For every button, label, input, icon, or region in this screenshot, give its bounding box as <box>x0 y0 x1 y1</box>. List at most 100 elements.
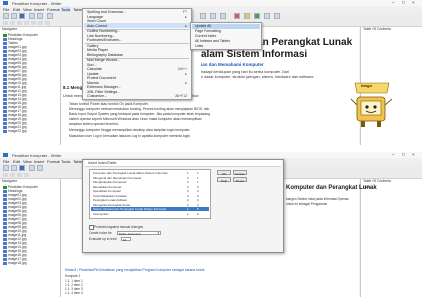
save-icon[interactable] <box>19 165 25 171</box>
image-icon <box>3 78 7 81</box>
preview-icon[interactable] <box>37 13 43 19</box>
create-index-select[interactable]: Entire document ▾ <box>117 230 161 236</box>
cancel-button[interactable]: Cancel <box>233 170 247 176</box>
new-icon[interactable] <box>3 13 9 19</box>
size-select[interactable] <box>17 21 22 25</box>
table-row[interactable]: Mematikan Komputer 2 2 <box>91 185 209 189</box>
minimize-button[interactable]: – <box>392 0 395 5</box>
new-icon[interactable] <box>3 165 9 171</box>
table-row[interactable]: Perangkat Lunak Aplikasi 2 3 <box>91 198 209 202</box>
submenu-item-links[interactable]: Links <box>195 44 203 48</box>
entry-page: 1 <box>197 171 199 175</box>
image-icon <box>3 74 7 77</box>
chart-icon[interactable] <box>220 13 226 19</box>
style-select[interactable] <box>3 173 8 177</box>
open-icon[interactable] <box>11 13 17 19</box>
spellcheck-icon[interactable] <box>47 13 53 19</box>
bold-icon[interactable] <box>24 21 29 25</box>
tools-menu-dropdown: Spelling and Grammar... F7 Language ▸ Wo… <box>82 8 192 100</box>
entries-list[interactable]: Komputer dan Perangkat Lunak dalam Siste… <box>89 169 211 219</box>
table-row[interactable]: Mengelola Perangkat Keras 2 4 <box>91 203 209 207</box>
close-button[interactable]: × <box>412 0 415 5</box>
table-row[interactable]: Cara Melakukan Instalasi 2 3 <box>91 194 209 198</box>
submenu-item-page-formatting[interactable]: Page Formatting <box>195 29 221 33</box>
menu-item-language[interactable]: Language <box>87 15 103 19</box>
save-icon[interactable] <box>19 13 25 19</box>
submenu-item-all-indexes[interactable]: All Indexes and Tables <box>195 39 230 43</box>
zoom-icon[interactable] <box>264 13 270 19</box>
menu-item-bibliography[interactable]: Bibliography Database <box>87 53 123 57</box>
menu-item-protect[interactable]: Protect Document <box>87 76 116 80</box>
help-button[interactable]: Help <box>217 177 231 183</box>
nav-item[interactable]: image22.jpg <box>8 129 26 133</box>
footer-text: Kelas 8 / PerakitanPerCekolahan yang men… <box>65 268 205 272</box>
italic-icon[interactable] <box>31 21 36 25</box>
image-icon <box>3 206 7 209</box>
evaluate-level-stepper[interactable]: 10 <box>121 236 131 242</box>
image-icon <box>3 250 7 253</box>
underline-icon[interactable] <box>38 21 43 25</box>
table-icon[interactable] <box>200 13 206 19</box>
menu-item-calculate[interactable]: Calculate <box>87 67 102 71</box>
help-icon[interactable] <box>274 13 280 19</box>
menu-item-spelling[interactable]: Spelling and Grammar... <box>87 10 126 14</box>
menu-item-gallery[interactable]: Gallery <box>87 44 98 48</box>
submenu-item-current-index[interactable]: Current Index <box>195 34 216 38</box>
navigator-icon[interactable] <box>244 13 250 19</box>
bullet-item: Tekan tombol Power atau tombol On pada K… <box>69 102 149 106</box>
print-icon[interactable] <box>29 165 35 171</box>
size-select[interactable] <box>17 173 22 177</box>
image-icon <box>3 86 7 89</box>
entry-page: 2 <box>197 189 199 193</box>
table-row[interactable]: Menghidupkan Komputer 2 1 <box>91 180 209 184</box>
right-note: untuk ini sebagai Pengaturan <box>286 202 328 206</box>
table-row[interactable]: Spesifikasi Komputer 2 2 <box>91 189 209 193</box>
entry-page: 1 <box>197 180 199 184</box>
right-note: bangun Sistem lokal pada Informasi Opera… <box>286 197 349 201</box>
menu-item-autocorrect[interactable]: Auto Correct <box>87 24 107 28</box>
bullet-item: sistem operasi seperti Microsoft Windows… <box>69 117 202 121</box>
menu-item-footnotes[interactable]: Footnotes/Endnotes... <box>87 38 122 42</box>
reset-label: Reset <box>236 178 244 183</box>
menu-item-customize[interactable]: Customize... <box>87 94 107 98</box>
menu-item-xml-filter[interactable]: XML Filter Settings... <box>87 90 120 94</box>
image-icon[interactable] <box>210 13 216 19</box>
preview-icon[interactable] <box>37 165 43 171</box>
entry-level: 1 <box>187 207 189 211</box>
entry-page: 1 <box>197 175 199 180</box>
submenu-item-update-all[interactable]: Update All <box>195 24 211 28</box>
minimize-button[interactable]: – <box>392 152 395 157</box>
bold-icon[interactable] <box>24 173 29 177</box>
open-icon[interactable] <box>11 165 17 171</box>
ok-button[interactable]: OK <box>217 170 231 176</box>
folder-icon <box>3 186 7 189</box>
menu-item-media-player[interactable]: Media Player <box>87 48 108 52</box>
close-button[interactable]: × <box>412 152 415 157</box>
style-select[interactable] <box>3 21 8 25</box>
font-select[interactable] <box>10 173 15 177</box>
image-icon <box>3 210 7 213</box>
menu-item-word-count[interactable]: Word Count <box>87 19 106 23</box>
reset-button[interactable]: Reset <box>233 177 247 183</box>
gallery-icon[interactable] <box>254 13 260 19</box>
stop-icon[interactable] <box>234 13 240 19</box>
table-row-selected[interactable]: Sistem Operasi dan Perangkat Lunak Siste… <box>91 207 209 211</box>
table-row[interactable]: Komputer dan Perangkat Lunak dalam Siste… <box>91 171 209 175</box>
menu-item-extension-manager[interactable]: Extension Manager... <box>87 85 121 89</box>
menu-item-macros[interactable]: Macros <box>87 81 99 85</box>
menu-item-mail-merge[interactable]: Mail Merge Wizard... <box>87 58 120 62</box>
menu-item-sort[interactable]: Sort... <box>87 63 97 67</box>
bullet-item: Menunggu komputer hingga menampilkan des… <box>69 128 191 132</box>
font-select[interactable] <box>10 21 15 25</box>
table-row[interactable]: Kesimpulan 1 6 <box>91 212 209 216</box>
align-icon[interactable] <box>45 21 50 25</box>
menu-item-outline-numbering[interactable]: Outline Numbering... <box>87 29 120 33</box>
maximize-button[interactable]: □ <box>402 152 405 157</box>
print-icon[interactable] <box>29 13 35 19</box>
nav-item[interactable]: image18.jpg <box>8 261 26 265</box>
menu-item-update[interactable]: Update <box>87 72 99 76</box>
menu-item-line-numbering[interactable]: Line Numbering... <box>87 34 115 38</box>
table-row[interactable]: Mengenal dan Memahami Komputer 2 1 <box>91 176 209 180</box>
image-icon <box>3 226 7 229</box>
maximize-button[interactable]: □ <box>402 0 405 5</box>
